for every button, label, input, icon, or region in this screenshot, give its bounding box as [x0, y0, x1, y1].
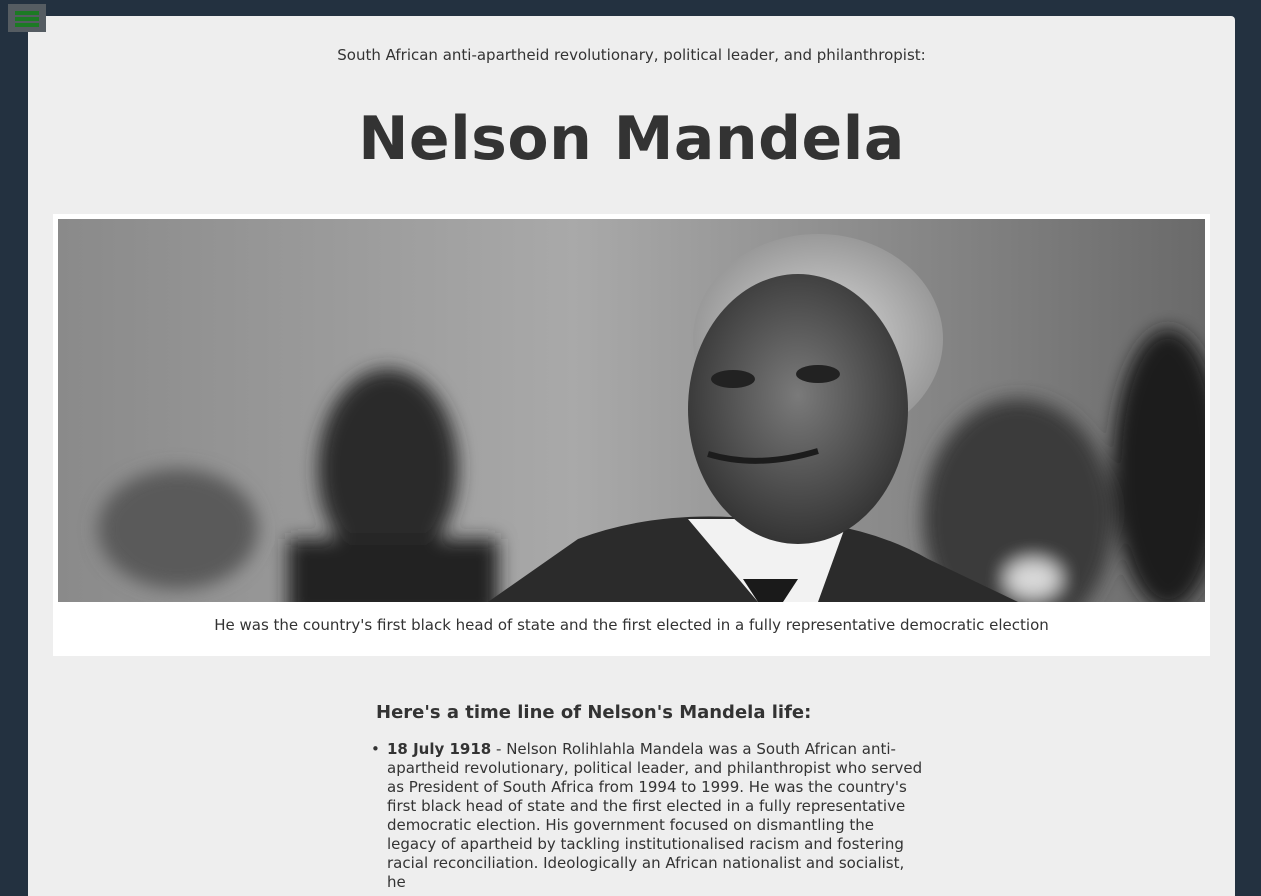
- tagline: South African anti-apartheid revolutiona…: [337, 46, 926, 64]
- image-caption: He was the country's first black head of…: [214, 616, 1049, 634]
- timeline-heading: Here's a time line of Nelson's Mandela l…: [376, 702, 812, 723]
- timeline-date: 18 July 1918: [387, 740, 492, 758]
- timeline-text: - Nelson Rolihlahla Mandela was a South …: [387, 740, 923, 891]
- timeline-item: 18 July 1918 - Nelson Rolihlahla Mandela…: [371, 740, 927, 892]
- timeline-list: 18 July 1918 - Nelson Rolihlahla Mandela…: [371, 740, 927, 892]
- hamburger-menu-icon: [15, 11, 39, 15]
- page-title: Nelson Mandela: [358, 104, 905, 174]
- mandela-photo: [58, 219, 1205, 602]
- main-content: South African anti-apartheid revolutiona…: [28, 16, 1235, 896]
- menu-toggle-button[interactable]: [8, 4, 46, 32]
- image-figure: He was the country's first black head of…: [53, 214, 1210, 656]
